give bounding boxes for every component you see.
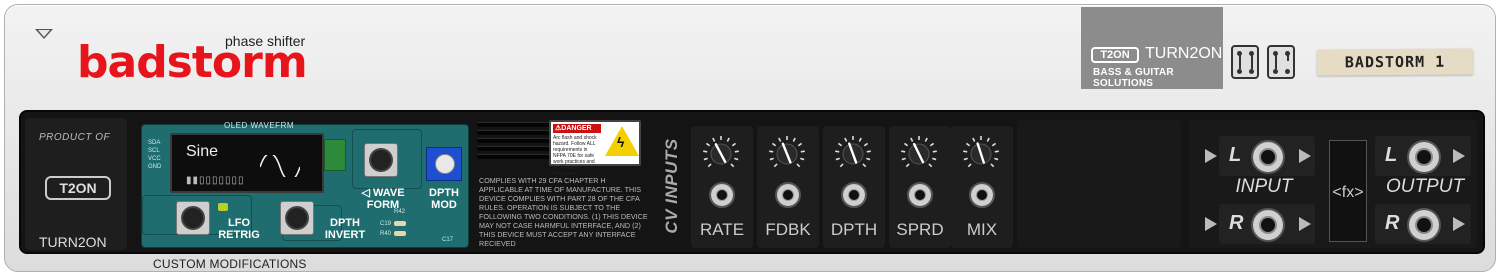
wave-form-button[interactable] (364, 143, 398, 177)
depth-invert-label: DPTH INVERT (324, 217, 366, 241)
cv-knob[interactable] (767, 134, 807, 174)
lightning-icon: ϟ (617, 134, 625, 150)
play-arrow-icon (1299, 149, 1311, 163)
cv-jack[interactable] (775, 182, 801, 208)
output-label: OUTPUT (1385, 176, 1465, 197)
custom-modifications-label: CUSTOM MODIFICATIONS (153, 257, 307, 271)
output-left-jack[interactable] (1407, 140, 1441, 174)
wave-form-label: ◁ WAVE FORM (361, 187, 405, 211)
cv-label: MIX (966, 220, 998, 239)
cv-inputs-title: CV INPUTS (662, 138, 681, 234)
input-label: INPUT (1235, 176, 1293, 197)
c19-label: C19 (380, 221, 392, 227)
cv-label: FDBK (765, 220, 811, 239)
product-of-maker: TURN2ON (39, 234, 107, 250)
fold-toggle-icon[interactable] (35, 29, 53, 39)
cv-jack[interactable] (709, 182, 735, 208)
oled-display: Sine ▮▮▯▯▯▯▯▯▯ (170, 133, 324, 193)
cv-label: DPTH (830, 220, 878, 239)
waveform-name: Sine (186, 143, 219, 160)
output-left-label: L (1385, 144, 1398, 166)
play-arrow-icon (1205, 149, 1217, 163)
brand-name: badstorm (77, 37, 308, 88)
resistor-r40 (394, 231, 406, 236)
oled-pins: SDA SCL VCC GND (148, 140, 162, 170)
cv-mix: MIX (951, 126, 1013, 248)
input-left-jack[interactable] (1251, 140, 1285, 174)
blank-panel (1017, 120, 1181, 248)
cv-dpth: DPTH (823, 126, 885, 248)
input-right-jack[interactable] (1251, 208, 1285, 242)
maker-badge: T2ON TURN2ON BASS & GUITAR SOLUTIONS (1081, 7, 1223, 89)
routing-icon-b[interactable] (1267, 45, 1295, 79)
play-arrow-icon (1205, 217, 1217, 231)
compliance-text: COMPLIES WITH 29 CFA CHAPTER H APPLICABL… (479, 176, 648, 248)
cv-inputs-title-wrap: CV INPUTS (658, 132, 686, 244)
front-strip: PRODUCT OF T2ON TURN2ON OLED WAVEFRM SDA… (19, 110, 1485, 254)
input-left-label: L (1229, 144, 1242, 166)
c17-label: C17 (442, 237, 454, 243)
product-of-label: PRODUCT OF (39, 132, 111, 143)
vent-grille (477, 122, 557, 168)
patch-name-label[interactable]: BADSTORM 1 (1316, 48, 1474, 76)
ribbon-connector (324, 139, 346, 171)
cv-sprd: SPRD (889, 126, 951, 248)
play-arrow-icon (1453, 149, 1465, 163)
output-right-jack[interactable] (1407, 208, 1441, 242)
resistor-c19 (394, 221, 406, 226)
danger-sticker: ⚠DANGER Arc flash and shock hazard. Foll… (549, 120, 641, 183)
brand-logo: phase shifter badstorm (77, 27, 317, 87)
maker-logo: T2ON (1091, 47, 1139, 63)
cv-label: RATE (699, 220, 745, 239)
device-panel: phase shifter badstorm T2ON TURN2ON BASS… (4, 4, 1496, 272)
cv-fdbk: FDBK (757, 126, 819, 248)
r40-label: R40 (380, 231, 392, 237)
oled-label: OLED WAVEFRM (224, 121, 295, 130)
sine-wave-icon (260, 155, 300, 177)
output-right-label: R (1385, 212, 1400, 234)
cv-knob[interactable] (899, 134, 939, 174)
lfo-led (218, 203, 228, 211)
product-of-panel: PRODUCT OF T2ON TURN2ON (25, 118, 127, 250)
play-arrow-icon (1453, 217, 1465, 231)
fx-label: <fx> (1332, 184, 1364, 201)
cv-jack[interactable] (969, 182, 995, 208)
cv-knob[interactable] (833, 134, 873, 174)
cv-label: SPRD (896, 220, 944, 239)
routing-icon-a[interactable] (1231, 45, 1259, 79)
input-right-label: R (1229, 212, 1244, 234)
cv-knob[interactable] (701, 134, 741, 174)
depth-invert-button[interactable] (280, 201, 314, 235)
lfo-retrig-button[interactable] (176, 201, 210, 235)
maker-name: TURN2ON (1145, 45, 1223, 62)
product-of-logo: T2ON (45, 176, 111, 200)
cv-jack[interactable] (907, 182, 933, 208)
cv-knob[interactable] (961, 134, 1001, 174)
cv-jack[interactable] (841, 182, 867, 208)
maker-tagline: BASS & GUITAR SOLUTIONS (1093, 67, 1174, 89)
waveform-bars: ▮▮▯▯▯▯▯▯▯ (186, 175, 245, 186)
play-arrow-icon (1299, 217, 1311, 231)
depth-mod-label: DPTH MOD (429, 187, 459, 211)
lfo-retrig-label: LFO RETRIG (218, 217, 260, 241)
r42-label: R42 (394, 209, 406, 215)
danger-title: ⚠DANGER (553, 124, 601, 133)
depth-mod-trimmer[interactable] (426, 147, 462, 181)
cv-rate: RATE (691, 126, 753, 248)
io-panel: L INPUT R <fx> L OUTPUT R (1189, 120, 1477, 248)
circuit-board: OLED WAVEFRM SDA SCL VCC GND Sine ▮▮▯▯▯▯▯▯▯… (141, 121, 469, 248)
